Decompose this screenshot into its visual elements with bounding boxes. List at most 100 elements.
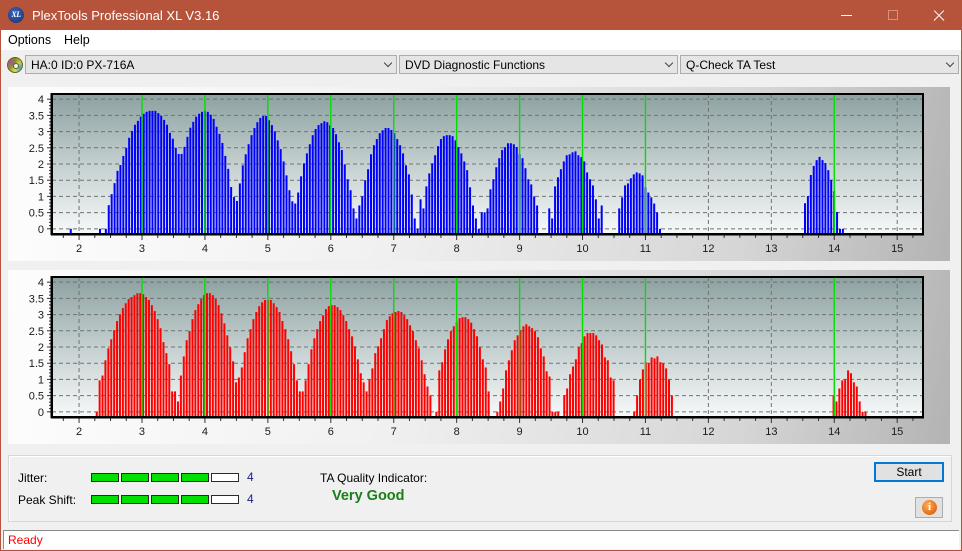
bar [429,395,432,417]
minimize-button[interactable] [824,0,870,30]
info-button[interactable]: i [915,497,943,518]
bar [548,376,551,417]
bar [374,353,377,417]
bar [209,114,212,234]
bar [385,320,388,417]
bar [586,333,589,417]
bar [447,339,449,417]
bar [362,382,365,417]
status-text: Ready [8,533,43,547]
bar [618,208,621,234]
bar [356,359,359,417]
bar [165,353,168,417]
drive-select[interactable]: HA:0 ID:0 PX-716A [25,55,397,74]
bar [431,163,434,234]
jitter-meter [91,473,241,482]
bar [480,212,483,234]
bar [110,339,113,417]
bar [227,168,230,234]
bar [302,163,305,234]
bar [525,324,528,417]
bar [824,163,827,234]
function-select[interactable]: DVD Diagnostic Functions [399,55,678,74]
bar [256,122,259,234]
bar [566,388,569,417]
peak-shift-chart-panel: 2 3 4 5 6 7 8 9 10 11 12 13 14 15 0 0.5 1 1.5 2 2.5 3 3.5 4 [8,270,950,444]
jitter-label: Jitter: [18,471,48,485]
maximize-button[interactable] [870,0,916,30]
bar [422,208,425,234]
bar [855,386,858,417]
y-tick-label: 2 [38,342,44,354]
bar [612,380,615,417]
bar [397,311,400,417]
x-tick-label: 13 [765,243,777,255]
bar [498,158,501,234]
bar [836,211,839,234]
bar [211,295,214,417]
ta-histogram-chart-red: 2 3 4 5 6 7 8 9 10 11 12 13 14 15 0 0.5 1 1.5 2 2.5 3 3.5 4 [29,276,924,438]
bar [340,150,343,234]
bar [355,218,358,234]
bar [399,145,402,234]
bar [229,347,232,417]
x-tick-label: 12 [702,426,714,438]
bar [241,165,244,234]
x-tick-label: 7 [391,243,397,255]
bar [272,303,275,417]
bar [293,364,296,417]
bar [298,391,301,417]
test-select-value: Q-Check TA Test [686,58,776,72]
bar [311,135,314,234]
bar [626,183,629,234]
bar [545,371,548,417]
bar [121,308,124,417]
bar [812,165,815,234]
bar [460,153,463,234]
bar [647,192,650,234]
bar [504,147,507,234]
test-select[interactable]: Q-Check TA Test [680,55,959,74]
menu-options[interactable]: Options [8,33,51,47]
drive-select-value: HA:0 ID:0 PX-716A [31,58,135,72]
minimize-icon [841,15,852,16]
bar [314,129,317,234]
bar [444,349,447,417]
start-button[interactable]: Start [874,462,944,482]
app-logo-icon: XL [8,7,24,23]
bar [353,346,356,417]
bar [110,194,113,234]
x-tick-label: 5 [265,426,271,438]
bar [310,349,313,417]
peak-shift-value: 4 [247,492,254,506]
bar [349,190,352,234]
bar [804,203,806,234]
peak-shift-meter-segment [121,495,149,504]
bar [650,357,653,417]
bar [428,173,431,234]
bar [486,208,489,234]
bar [574,359,577,417]
bar [381,130,384,234]
bar [367,169,370,234]
bar [259,117,262,234]
close-button[interactable] [916,0,962,30]
bar [235,382,238,417]
bar [301,391,304,417]
bar [131,130,134,234]
bar [466,170,469,234]
bar [528,326,531,417]
bar [240,367,243,417]
bar [113,330,116,417]
bar [273,131,276,234]
menu-help[interactable]: Help [64,33,90,47]
bar [458,318,461,417]
bar [481,359,484,417]
bar [507,360,510,417]
peak-shift-meter-segment [211,495,239,504]
bar [600,344,603,417]
jitter-meter-segment [91,473,119,482]
bar [534,331,537,417]
bar [461,317,464,417]
bar [467,319,470,417]
